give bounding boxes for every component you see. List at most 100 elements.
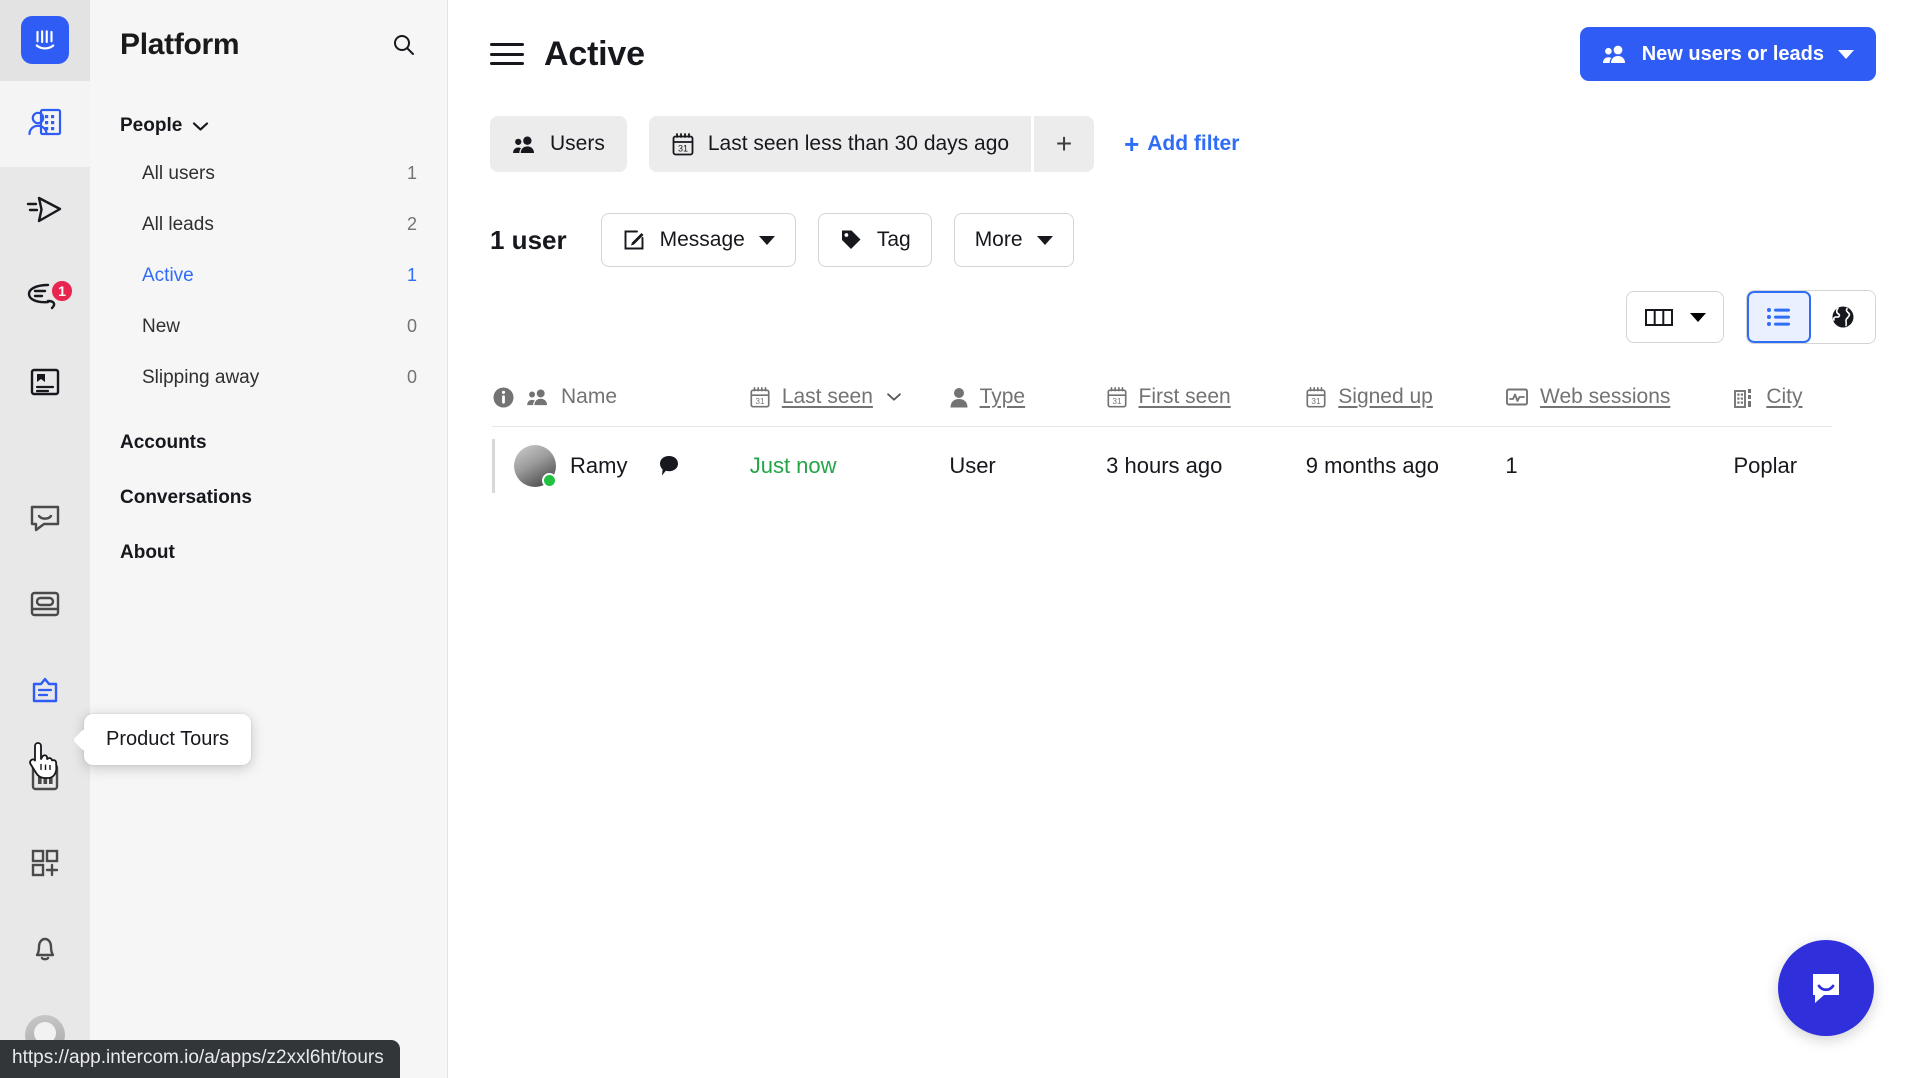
banners-icon [30, 592, 60, 617]
chevron-down-icon [887, 393, 901, 401]
new-users-or-leads-button[interactable]: New users or leads [1579, 27, 1876, 81]
search-icon[interactable] [389, 30, 419, 60]
column-header-signed-up[interactable]: 31 Signed up [1305, 385, 1505, 409]
calendar-icon: 31 [1106, 386, 1127, 407]
column-header-name: Name [492, 385, 654, 409]
new-users-or-leads-label: New users or leads [1641, 42, 1824, 65]
rail-item-contacts[interactable] [0, 80, 90, 167]
sidebar-item-label: Conversations [120, 486, 252, 508]
cell-city: Poplar [1733, 453, 1798, 478]
sidebar-item-label: Active [142, 264, 194, 286]
rail-item-notifications[interactable] [0, 906, 90, 992]
workspace-title: Platform [120, 28, 240, 61]
sidebar-item-new[interactable]: New 0 [90, 301, 447, 352]
filter-chip-label: Last seen less than 30 days ago [707, 132, 1010, 155]
sidebar-item-count: 1 [406, 163, 417, 183]
sidebar-group-label: People [120, 115, 183, 136]
product-tours-icon [32, 677, 58, 702]
rail-item-outbound[interactable] [0, 167, 90, 253]
sidebar-item-all-users[interactable]: All users 1 [90, 148, 447, 199]
tag-button-label: Tag [876, 228, 911, 251]
column-header-label: Name [561, 385, 618, 408]
cell-web-sessions: 1 [1505, 453, 1518, 478]
sidebar-item-conversations[interactable]: Conversations [90, 470, 447, 525]
intercom-logo[interactable] [0, 0, 90, 81]
column-header-first-seen[interactable]: 31 First seen [1106, 385, 1306, 409]
calendar-icon: 31 [672, 132, 694, 155]
map-view-button[interactable] [1811, 291, 1875, 343]
cell-first-seen: 3 hours ago [1106, 453, 1223, 478]
sidebar-item-count: 2 [406, 214, 417, 234]
cell-name-label: Ramy [570, 453, 628, 478]
rail-item-articles[interactable] [0, 339, 90, 425]
sidebar-item-active[interactable]: Active 1 [90, 250, 447, 301]
tag-button[interactable]: Tag [817, 213, 932, 267]
hamburger-menu-icon[interactable] [490, 39, 524, 69]
message-button-label: Message [659, 228, 745, 251]
outbound-send-icon [26, 196, 62, 223]
sidebar-group-people[interactable]: People [90, 104, 447, 148]
svg-text:31: 31 [1312, 396, 1322, 405]
main-content: Active New users or leads Users 31 Last … [448, 0, 1920, 1078]
sidebar-item-accounts[interactable]: Accounts [90, 415, 447, 470]
users-icon [513, 136, 534, 153]
intercom-messenger-icon [1813, 974, 1839, 1003]
list-view-button[interactable] [1747, 291, 1811, 343]
cell-type: User [949, 453, 996, 478]
page-title: Active [544, 34, 645, 73]
info-icon[interactable] [492, 386, 515, 409]
intercom-messenger-launcher[interactable] [1778, 940, 1874, 1036]
sidebar-item-label: New [142, 315, 181, 337]
cell-chat[interactable] [655, 452, 750, 480]
sidebar-item-label: Slipping away [142, 366, 260, 388]
sidebar-item-count: 0 [406, 367, 417, 387]
audience-chip-users[interactable]: Users [490, 116, 627, 172]
users-icon [1602, 45, 1625, 63]
more-button[interactable]: More [953, 213, 1074, 267]
sidebar-item-label: Accounts [120, 431, 207, 453]
sidebar-item-slipping-away[interactable]: Slipping away 0 [90, 352, 447, 403]
column-header-label: Web sessions [1540, 385, 1671, 408]
app-root: 1 Platform People All users 1 All leads … [0, 0, 1920, 1078]
column-header-city[interactable]: City [1733, 385, 1876, 409]
chat-bubble-icon [659, 456, 678, 476]
sidebar-item-count: 0 [406, 316, 417, 336]
rail-item-app-store[interactable] [0, 820, 90, 906]
table-header-row: Name 31 Last seen Type 31 First seen 31 … [448, 368, 1876, 426]
add-filter-button[interactable]: + Add filter [1124, 131, 1239, 157]
articles-icon [30, 368, 60, 396]
rail-item-conversations[interactable]: 1 [0, 253, 90, 339]
column-header-type[interactable]: Type [949, 385, 1106, 409]
rail-item-messenger[interactable] [0, 475, 90, 561]
sidebar-header: Platform [90, 0, 447, 90]
avatar [514, 445, 557, 488]
status-bar-url: https://app.intercom.io/a/apps/z2xxl6ht/… [0, 1040, 400, 1078]
rail-item-banners[interactable] [0, 561, 90, 647]
tag-icon [841, 230, 861, 249]
messenger-chat-icon [30, 506, 60, 532]
filter-chip-add-icon[interactable]: + [1034, 116, 1095, 172]
icon-rail: 1 [0, 0, 90, 1078]
table-row[interactable]: Ramy Just now User 3 hours ago 9 months … [448, 427, 1876, 505]
message-button[interactable]: Message [600, 213, 796, 267]
chevron-down-icon [758, 235, 775, 245]
add-filter-label: Add filter [1147, 132, 1240, 155]
online-status-dot [542, 473, 557, 488]
product-tours-tooltip: Product Tours [84, 714, 252, 765]
columns-button[interactable] [1626, 291, 1724, 343]
column-header-label: Type [979, 385, 1026, 408]
column-header-last-seen[interactable]: 31 Last seen [749, 385, 949, 409]
chevron-down-icon [1036, 235, 1053, 245]
intercom-logo-icon [35, 30, 55, 50]
filter-chip-last-seen[interactable]: 31 Last seen less than 30 days ago [648, 116, 1032, 172]
sidebar: Platform People All users 1 All leads 2 … [90, 0, 448, 1078]
company-building-icon [1734, 388, 1752, 408]
rail-item-product-tours[interactable] [0, 648, 90, 734]
cell-last-seen: Just now [749, 453, 837, 478]
column-header-web-sessions[interactable]: Web sessions [1505, 385, 1733, 409]
sidebar-item-about[interactable]: About [90, 525, 447, 580]
sidebar-item-all-leads[interactable]: All leads 2 [90, 199, 447, 250]
columns-icon [1645, 309, 1673, 326]
list-view-icon [1767, 308, 1790, 326]
column-header-label: Signed up [1338, 385, 1433, 408]
